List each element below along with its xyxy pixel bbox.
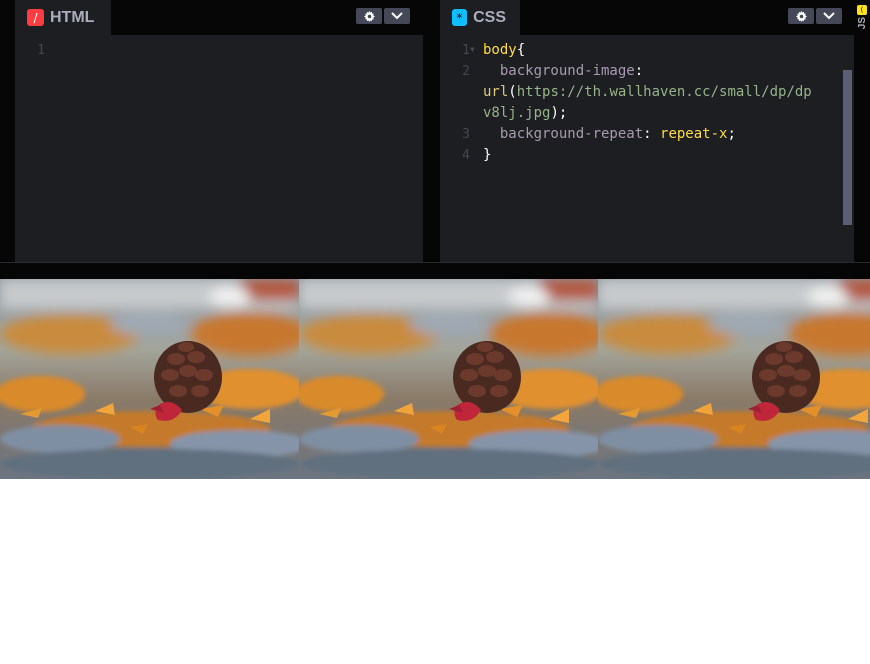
- js-tab-label: JS: [857, 17, 868, 30]
- html-badge-icon: /: [27, 9, 44, 26]
- pane-resizer[interactable]: [0, 262, 870, 279]
- html-code-area[interactable]: 1: [15, 35, 423, 262]
- code-line: background-repeat: repeat-x;: [499, 126, 736, 142]
- html-tab-label: HTML: [50, 8, 95, 26]
- html-tab[interactable]: / HTML: [15, 0, 111, 35]
- line-number: [440, 82, 470, 103]
- html-tabbar: / HTML: [15, 0, 423, 35]
- gear-icon: [795, 10, 807, 22]
- chevron-down-icon: [391, 12, 403, 20]
- line-number: 3: [462, 127, 470, 142]
- line-number: 2: [462, 64, 470, 79]
- background-tiles: [0, 279, 870, 479]
- css-settings-button[interactable]: [788, 8, 814, 24]
- js-badge-icon: (: [857, 5, 867, 15]
- css-collapse-button[interactable]: [816, 8, 842, 24]
- js-collapsed-pane[interactable]: ( JS: [854, 0, 870, 262]
- css-tab[interactable]: * CSS: [440, 0, 520, 35]
- css-tab-label: CSS: [473, 8, 506, 26]
- html-gutter: 1: [15, 40, 45, 61]
- css-gutter: 1 2 3 4: [440, 40, 470, 166]
- line-number: 4: [462, 148, 470, 163]
- preview-frame: [0, 279, 870, 664]
- css-scrollbar[interactable]: [843, 70, 852, 225]
- background-image-tile: [299, 279, 598, 479]
- chevron-down-icon: [823, 12, 835, 20]
- code-line: }: [483, 147, 492, 163]
- html-editor-pane[interactable]: / HTML 1: [15, 0, 423, 262]
- code-line: background-image:: [499, 63, 644, 79]
- css-badge-icon: *: [452, 9, 468, 26]
- line-number: 1: [37, 43, 45, 58]
- css-code-area[interactable]: 1 2 3 4 ▼ body{ background-image: url(ht…: [440, 35, 854, 262]
- css-code-lines: body{ background-image: url(https://th.w…: [483, 40, 840, 166]
- code-line: body{: [483, 42, 526, 58]
- fold-arrow-icon[interactable]: ▼: [470, 45, 475, 54]
- line-number: [440, 103, 470, 124]
- html-settings-button[interactable]: [356, 8, 382, 24]
- gear-icon: [363, 10, 375, 22]
- css-tabbar: * CSS: [440, 0, 854, 35]
- editor-area: / HTML 1 * CSS 1 2 3 4 ▼ body{backgroun…: [0, 0, 870, 262]
- html-collapse-button[interactable]: [384, 8, 410, 24]
- background-image-tile: [0, 279, 299, 479]
- code-line: v8lj.jpg);: [483, 105, 568, 121]
- css-editor-pane[interactable]: * CSS 1 2 3 4 ▼ body{ background-image: …: [440, 0, 854, 262]
- background-image-tile: [598, 279, 870, 479]
- code-line: url(https://th.wallhaven.cc/small/dp/dp: [483, 84, 812, 100]
- line-number: 1: [462, 43, 470, 58]
